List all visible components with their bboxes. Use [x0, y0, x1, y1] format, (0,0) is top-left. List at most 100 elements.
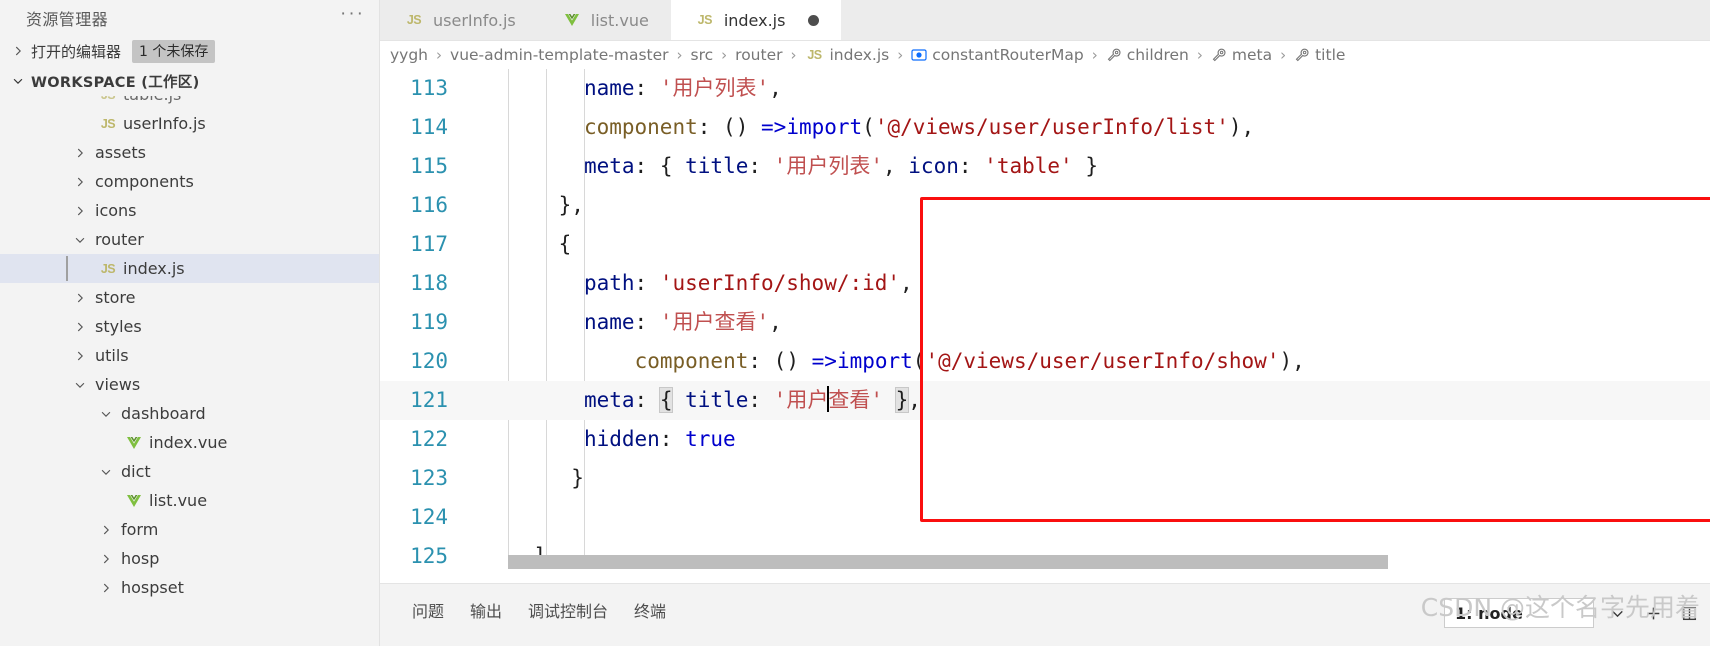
tree-item-hospset[interactable]: hospset [0, 573, 379, 602]
more-actions-icon[interactable]: ··· [340, 4, 365, 26]
breadcrumb-separator-icon: › [897, 46, 904, 64]
open-editors-section[interactable]: 打开的编辑器 1 个未保存 [0, 36, 379, 66]
breadcrumb-item-meta[interactable]: meta [1209, 46, 1274, 64]
tree-item-store[interactable]: store [0, 283, 379, 312]
panel-tab-2[interactable]: 调试控制台 [528, 598, 608, 622]
tree-item-list-vue[interactable]: list.vue [0, 486, 379, 515]
chevron-down-icon[interactable] [1604, 600, 1630, 626]
tree-item-label: components [95, 172, 194, 191]
breadcrumb-label: vue-admin-template-master [450, 46, 669, 64]
terminal-selector[interactable]: 1: node [1444, 598, 1594, 628]
panel-tab-0[interactable]: 问题 [412, 598, 444, 622]
chevron-right-icon [72, 145, 88, 161]
unsaved-dot-icon[interactable] [808, 14, 820, 26]
breadcrumb-item-vue-admin-template-master[interactable]: vue-admin-template-master [448, 46, 671, 64]
tree-item-router[interactable]: router [0, 225, 379, 254]
tree-item-label: index.js [123, 259, 185, 278]
code-line[interactable]: 114 component: () =>import('@/views/user… [380, 108, 1710, 147]
tree-item-label: utils [95, 346, 129, 365]
tree-item-styles[interactable]: styles [0, 312, 379, 341]
code-line[interactable]: 121 meta: { title: '用户查看' }, [380, 381, 1710, 420]
line-number: 117 [410, 232, 448, 256]
line-number: 118 [410, 271, 448, 295]
code-text: path: 'userInfo/show/:id', [583, 271, 913, 295]
add-icon[interactable] [1640, 600, 1666, 626]
tree-item-components[interactable]: components [0, 167, 379, 196]
breadcrumb-item-title[interactable]: title [1292, 46, 1347, 64]
breadcrumb-label: index.js [829, 46, 890, 64]
property-icon [1294, 47, 1310, 63]
code-line[interactable]: 116 }, [380, 186, 1710, 225]
bracket-match-highlight: { [658, 387, 674, 413]
tree-item-label: store [95, 288, 136, 307]
tree-item-table-js[interactable]: JS table.js [0, 96, 379, 109]
breadcrumb-separator-icon: › [1280, 46, 1287, 64]
breadcrumb-item-index-js[interactable]: JS index.js [803, 46, 892, 64]
code-line[interactable]: 124 [380, 498, 1710, 537]
tree-item-userInfo-js[interactable]: JS userInfo.js [0, 109, 379, 138]
code-line[interactable]: 119 name: '用户查看', [380, 303, 1710, 342]
editor-horizontal-scrollbar[interactable] [508, 555, 1710, 569]
tree-item-label: assets [95, 143, 146, 162]
chevron-right-icon [72, 319, 88, 335]
property-icon [1106, 47, 1122, 63]
chevron-down-icon [10, 73, 26, 89]
code-text: { [558, 232, 572, 256]
code-line[interactable]: 122 hidden: true [380, 420, 1710, 459]
tree-item-label: dict [121, 462, 151, 481]
line-number: 122 [410, 427, 448, 451]
editor-tab-index-js[interactable]: JS index.js [670, 0, 842, 40]
tree-item-dict[interactable]: dict [0, 457, 379, 486]
breadcrumb-separator-icon: › [790, 46, 797, 64]
chevron-right-icon [10, 43, 26, 59]
split-icon[interactable] [1676, 600, 1702, 626]
unsaved-count-badge: 1 个未保存 [132, 39, 216, 63]
scrollbar-thumb[interactable] [508, 555, 1388, 569]
tree-item-index-js[interactable]: JS index.js [0, 254, 379, 283]
workspace-section[interactable]: WORKSPACE (工作区) [0, 66, 379, 96]
breadcrumb-item-children[interactable]: children [1104, 46, 1191, 64]
breadcrumb-separator-icon: › [676, 46, 683, 64]
explorer-title-row: 资源管理器 ··· [0, 0, 379, 36]
tree-item-label: form [121, 520, 159, 539]
tree-item-views[interactable]: views [0, 370, 379, 399]
code-line[interactable]: 115 meta: { title: '用户列表', icon: 'table'… [380, 147, 1710, 186]
chevron-down-icon [98, 464, 114, 480]
tree-item-label: list.vue [149, 491, 208, 510]
breadcrumb-label: children [1126, 46, 1189, 64]
code-line[interactable]: 123 } [380, 459, 1710, 498]
code-text: component: () =>import('@/views/user/use… [634, 349, 1305, 373]
tree-item-index-vue[interactable]: index.vue [0, 428, 379, 457]
code-line[interactable]: 113 name: '用户列表', [380, 69, 1710, 108]
tree-item-form[interactable]: form [0, 515, 379, 544]
tree-item-dashboard[interactable]: dashboard [0, 399, 379, 428]
breadcrumb-label: title [1315, 46, 1346, 64]
code-text: }, [558, 193, 584, 217]
tree-item-assets[interactable]: assets [0, 138, 379, 167]
breadcrumb-separator-icon: › [721, 46, 728, 64]
panel-tab-1[interactable]: 输出 [470, 598, 502, 622]
breadcrumb-item-src[interactable]: src [689, 46, 716, 64]
tree-item-utils[interactable]: utils [0, 341, 379, 370]
tree-item-label: dashboard [121, 404, 206, 423]
editor-tab-userInfo-js[interactable]: JS userInfo.js [380, 0, 538, 40]
code-line[interactable]: 117 { [380, 225, 1710, 264]
js-file-icon: JS [807, 48, 822, 62]
tree-item-icons[interactable]: icons [0, 196, 379, 225]
vue-file-icon [124, 494, 144, 508]
tree-item-label: styles [95, 317, 142, 336]
breadcrumb-item-constantRouterMap[interactable]: constantRouterMap [909, 46, 1085, 64]
code-line[interactable]: 120 component: () =>import('@/views/user… [380, 342, 1710, 381]
tree-item-label: hosp [121, 549, 160, 568]
panel-tab-3[interactable]: 终端 [634, 598, 666, 622]
code-editor[interactable]: 113 name: '用户列表', 114 component: () =>imp… [380, 69, 1710, 569]
editor-tab-list-vue[interactable]: list.vue [537, 0, 671, 40]
tree-item-label: userInfo.js [123, 114, 206, 133]
breadcrumb-item-yygh[interactable]: yygh [388, 46, 430, 64]
breadcrumb-item-router[interactable]: router [733, 46, 784, 64]
line-number: 125 [410, 544, 448, 568]
line-number: 116 [410, 193, 448, 217]
code-line[interactable]: 118 path: 'userInfo/show/:id', [380, 264, 1710, 303]
code-lines[interactable]: 113 name: '用户列表', 114 component: () =>imp… [380, 69, 1710, 569]
tree-item-hosp[interactable]: hosp [0, 544, 379, 573]
